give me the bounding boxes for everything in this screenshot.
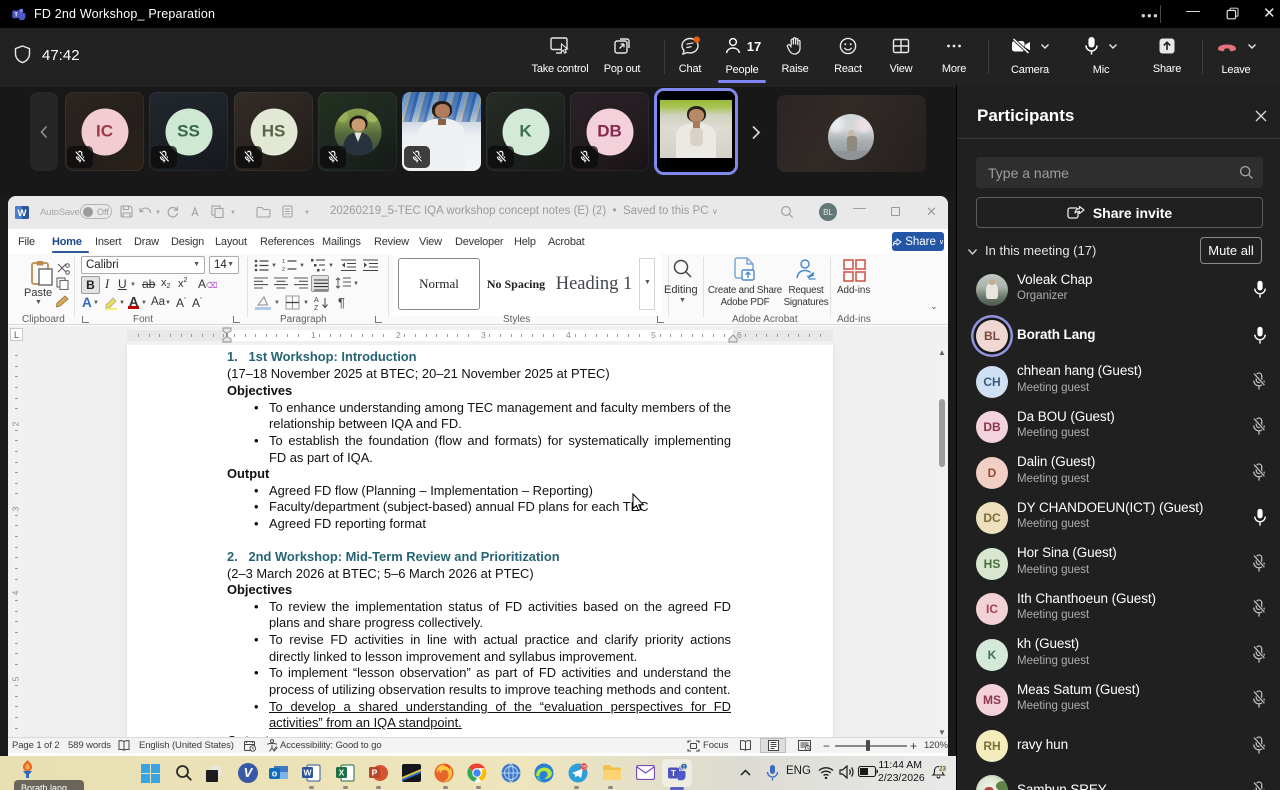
svg-text:Z: Z — [314, 305, 319, 310]
svg-text:T: T — [671, 769, 676, 778]
svg-text:2: 2 — [282, 267, 285, 272]
svg-text:T: T — [14, 12, 18, 18]
svg-text:25: 25 — [581, 765, 588, 771]
svg-text:W: W — [18, 208, 27, 219]
svg-text:P: P — [372, 768, 378, 778]
svg-text:1: 1 — [282, 259, 285, 265]
svg-text:A: A — [314, 297, 319, 304]
svg-text:o: o — [272, 769, 278, 779]
svg-text:23: 23 — [939, 767, 946, 773]
svg-text:1: 1 — [682, 765, 685, 771]
svg-text:X: X — [339, 768, 345, 778]
svg-text:W: W — [303, 768, 312, 778]
